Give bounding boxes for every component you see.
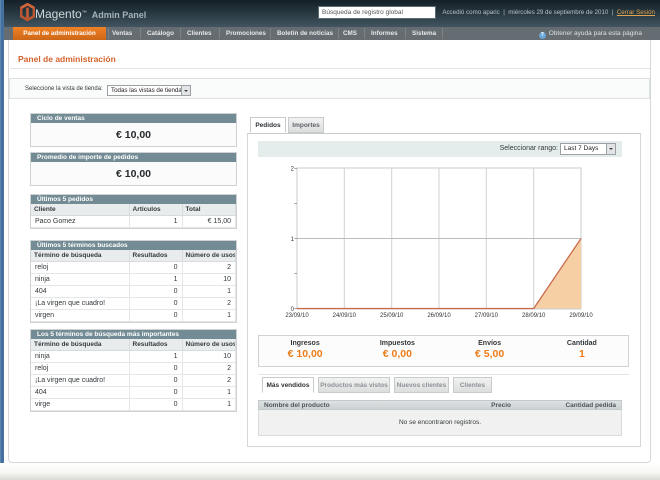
svg-text:26/09/10: 26/09/10	[427, 313, 451, 319]
svg-text:28/09/10: 28/09/10	[522, 313, 546, 319]
svg-text:29/09/10: 29/09/10	[569, 313, 593, 319]
svg-text:24/09/10: 24/09/10	[333, 313, 357, 319]
svg-text:2: 2	[291, 167, 295, 173]
svg-text:1: 1	[291, 237, 295, 243]
svg-text:23/09/10: 23/09/10	[285, 313, 309, 319]
svg-text:25/09/10: 25/09/10	[380, 313, 404, 319]
svg-text:27/09/10: 27/09/10	[475, 313, 499, 319]
